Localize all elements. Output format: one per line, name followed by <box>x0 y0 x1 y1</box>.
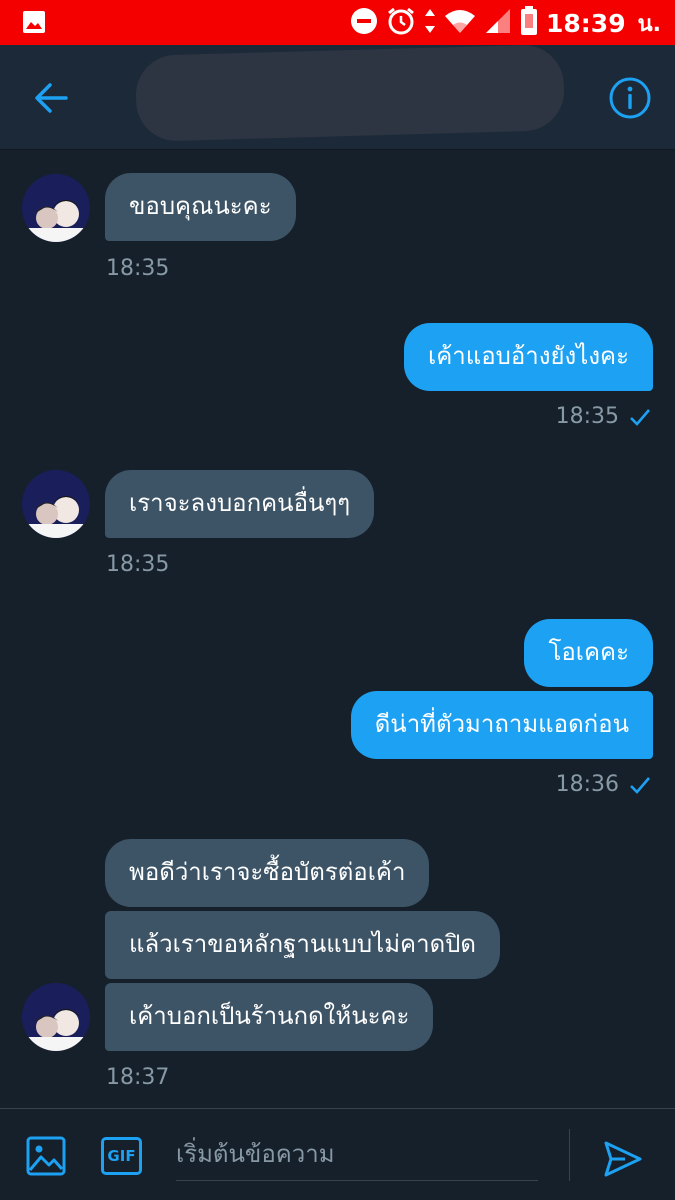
redacted-contact-name <box>134 44 566 142</box>
message-timestamp: 18:36 <box>555 772 619 797</box>
divider <box>569 1129 570 1181</box>
avatar[interactable] <box>22 470 90 538</box>
status-time: 18:39 <box>546 8 626 38</box>
wifi-icon <box>444 8 476 38</box>
gif-button[interactable]: GIF <box>101 1137 142 1175</box>
message-timestamp: 18:35 <box>555 404 619 429</box>
avatar[interactable] <box>22 174 90 242</box>
signal-icon <box>484 8 512 38</box>
incoming-message-bubble[interactable]: ขอบคุณนะคะ <box>105 173 296 241</box>
incoming-message-bubble[interactable]: เค้าบอกเป็นร้านกดให้นะคะ <box>105 983 434 1051</box>
battery-icon <box>520 6 538 40</box>
message-input[interactable]: เริ่มต้นข้อความ <box>176 1131 538 1181</box>
back-arrow-icon[interactable] <box>32 78 72 118</box>
avatar[interactable] <box>22 983 90 1051</box>
outgoing-message-bubble[interactable]: โอเคคะ <box>524 619 653 687</box>
image-icon <box>22 10 46 38</box>
message-timestamp: 18:37 <box>106 1065 170 1090</box>
check-icon <box>630 409 650 426</box>
status-icons: 18:39 น. <box>350 6 661 40</box>
image-icon[interactable] <box>26 1136 66 1176</box>
outgoing-message-bubble[interactable]: ดีน่าที่ตัวมาถามแอดก่อน <box>350 691 653 759</box>
data-arrows-icon <box>424 8 436 38</box>
message-timestamp: 18:35 <box>106 256 170 281</box>
do-not-disturb-icon <box>350 7 378 39</box>
status-bar: 18:39 น. <box>0 0 675 45</box>
info-icon[interactable] <box>609 77 651 119</box>
message-composer: GIF เริ่มต้นข้อความ <box>0 1108 675 1200</box>
message-timestamp: 18:35 <box>106 552 170 577</box>
status-time-suffix: น. <box>637 11 661 37</box>
alarm-icon <box>386 6 416 40</box>
send-icon[interactable] <box>603 1139 643 1179</box>
check-icon <box>630 777 650 794</box>
outgoing-message-bubble[interactable]: เค้าแอบอ้างยังไงคะ <box>404 323 653 391</box>
incoming-message-bubble[interactable]: พอดีว่าเราจะซื้อบัตรต่อเค้า <box>105 839 430 907</box>
incoming-message-bubble[interactable]: แล้วเราขอหลักฐานแบบไม่คาดปิด <box>105 911 500 979</box>
incoming-message-bubble[interactable]: เราจะลงบอกคนอื่นๆๆ <box>105 470 375 538</box>
